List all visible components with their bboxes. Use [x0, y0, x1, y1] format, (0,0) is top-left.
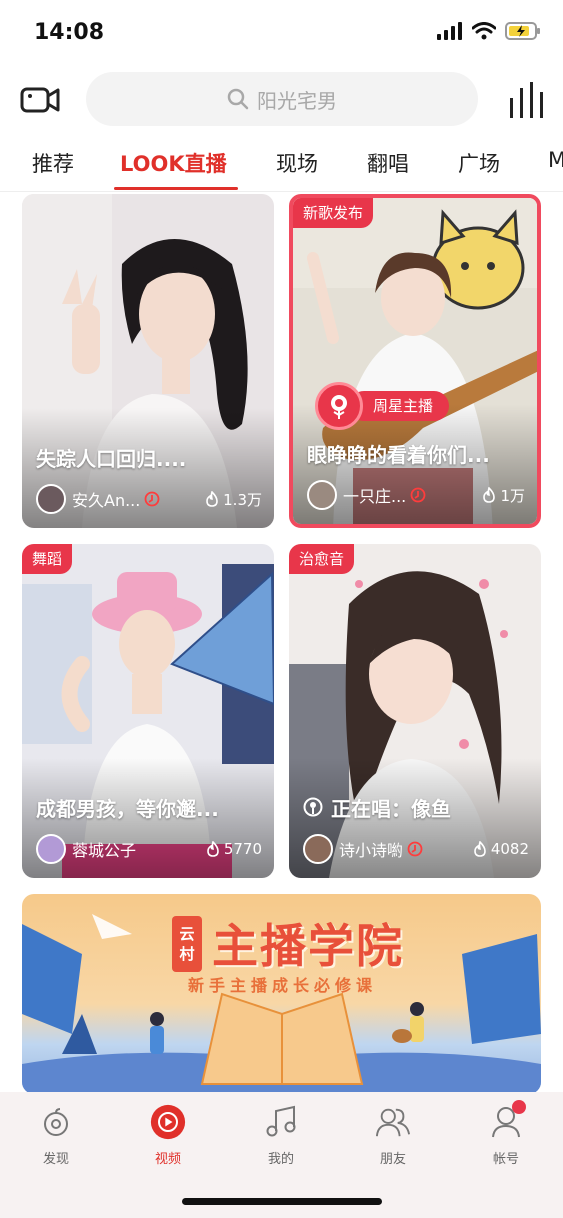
flame-icon — [207, 841, 219, 857]
status-bar: 14:08 — [0, 0, 563, 64]
friends-icon — [375, 1104, 411, 1140]
card-author: 安久An... — [72, 491, 141, 510]
live-disc-icon — [407, 841, 423, 857]
banner-title: 主播学院 — [212, 919, 404, 973]
now-playing: 正在唱：像鱼 — [303, 793, 451, 822]
heat-count: 1.3万 — [205, 489, 262, 510]
flame-icon — [474, 841, 486, 857]
flame-icon — [483, 487, 496, 503]
card-title: 正在唱：像鱼 — [331, 797, 451, 821]
heat-value: 1万 — [500, 486, 525, 505]
tab-square[interactable]: 广场 — [458, 148, 500, 178]
weekly-star-badge: 周星主播 — [315, 382, 450, 430]
account-icon — [488, 1100, 526, 1140]
heat-count: 5770 — [206, 840, 262, 858]
avatar — [303, 834, 333, 864]
nav-label: 视频 — [154, 1152, 181, 1167]
notification-dot — [512, 1100, 526, 1114]
signal-icon — [437, 22, 462, 40]
nav-discover[interactable]: 发现 — [16, 1104, 96, 1167]
nav-label: 帐号 — [492, 1152, 519, 1167]
tag-line: 云 — [179, 925, 195, 943]
music-note-icon — [263, 1104, 299, 1140]
avatar — [36, 834, 66, 864]
banner-subtitle: 新手主播成长必修课 — [188, 976, 378, 995]
tab-live-scene[interactable]: 现场 — [276, 148, 318, 178]
status-icons — [437, 22, 541, 40]
cloud-village-tag: 云 村 — [172, 916, 202, 972]
tab-recommend[interactable]: 推荐 — [32, 148, 74, 178]
card-meta: 蓉城公子 5770 — [36, 834, 262, 864]
live-disc-icon — [144, 491, 160, 507]
active-tab-indicator — [114, 187, 238, 190]
category-tag: 舞蹈 — [22, 544, 73, 574]
heat-value: 4082 — [490, 840, 529, 858]
anchor-academy-banner[interactable]: 云 村 主播学院 新手主播成长必修课 — [22, 894, 541, 1094]
live-card[interactable]: 舞蹈 成都男孩，等你邂... 蓉城公子 5770 — [22, 544, 274, 878]
card-title: 眼睁睁的看着你们... — [307, 443, 490, 467]
nav-label: 发现 — [42, 1152, 69, 1167]
nav-video[interactable]: 视频 — [128, 1104, 208, 1167]
tag-line: 村 — [179, 945, 195, 963]
video-camera-icon[interactable] — [20, 84, 60, 116]
audio-bars-icon[interactable] — [508, 82, 546, 118]
battery-icon — [505, 22, 540, 40]
live-disc-icon — [410, 487, 426, 503]
nav-label: 朋友 — [379, 1152, 406, 1167]
nav-mine[interactable]: 我的 — [241, 1104, 321, 1167]
search-placeholder: 阳光宅男 — [257, 88, 337, 113]
nav-friends[interactable]: 朋友 — [353, 1104, 433, 1167]
tab-cover[interactable]: 翻唱 — [367, 148, 409, 178]
search-icon — [227, 88, 249, 110]
card-title: 失踪人口回归.... — [36, 447, 187, 471]
rose-medal-icon — [315, 382, 363, 430]
card-title: 成都男孩，等你邂... — [36, 797, 219, 821]
avatar — [36, 484, 66, 514]
search-input[interactable]: 阳光宅男 — [86, 72, 478, 126]
nav-account[interactable]: 帐号 — [466, 1100, 546, 1167]
card-author: 一只庄... — [343, 487, 407, 506]
avatar — [307, 480, 337, 510]
category-tag: 新歌发布 — [293, 198, 374, 228]
video-icon — [150, 1104, 186, 1140]
weekly-star-label: 周星主播 — [349, 391, 450, 421]
card-meta: 一只庄... 1万 — [307, 480, 525, 510]
status-time: 14:08 — [34, 20, 105, 45]
wifi-icon — [472, 22, 496, 40]
top-bar: 阳光宅男 — [0, 68, 563, 130]
heat-value: 1.3万 — [223, 490, 262, 509]
home-indicator — [182, 1198, 382, 1205]
flame-icon — [206, 491, 218, 507]
nav-label: 我的 — [267, 1152, 294, 1167]
card-meta: 诗小诗喲 4082 — [303, 834, 529, 864]
category-tag: 治愈音 — [289, 544, 355, 574]
microphone-icon — [303, 797, 323, 816]
heat-count: 4082 — [473, 840, 529, 858]
heat-count: 1万 — [482, 485, 525, 506]
live-card[interactable]: 失踪人口回归.... 安久An... 1.3万 — [22, 194, 274, 528]
card-meta: 安久An... 1.3万 — [36, 484, 262, 514]
tab-more[interactable]: M — [548, 148, 563, 172]
heat-value: 5770 — [223, 840, 262, 858]
live-card[interactable]: 治愈音 正在唱：像鱼 诗小诗喲 4082 — [289, 544, 541, 878]
discover-icon — [38, 1104, 74, 1140]
tab-look-live[interactable]: LOOK直播 — [120, 148, 227, 178]
category-tabs: 推荐 LOOK直播 现场 翻唱 广场 M — [0, 140, 563, 192]
live-card[interactable]: 新歌发布 周星主播 眼睁睁的看着你们... 一只庄... 1万 — [289, 194, 541, 528]
card-author: 诗小诗喲 — [339, 841, 404, 860]
card-author: 蓉城公子 — [72, 841, 137, 860]
